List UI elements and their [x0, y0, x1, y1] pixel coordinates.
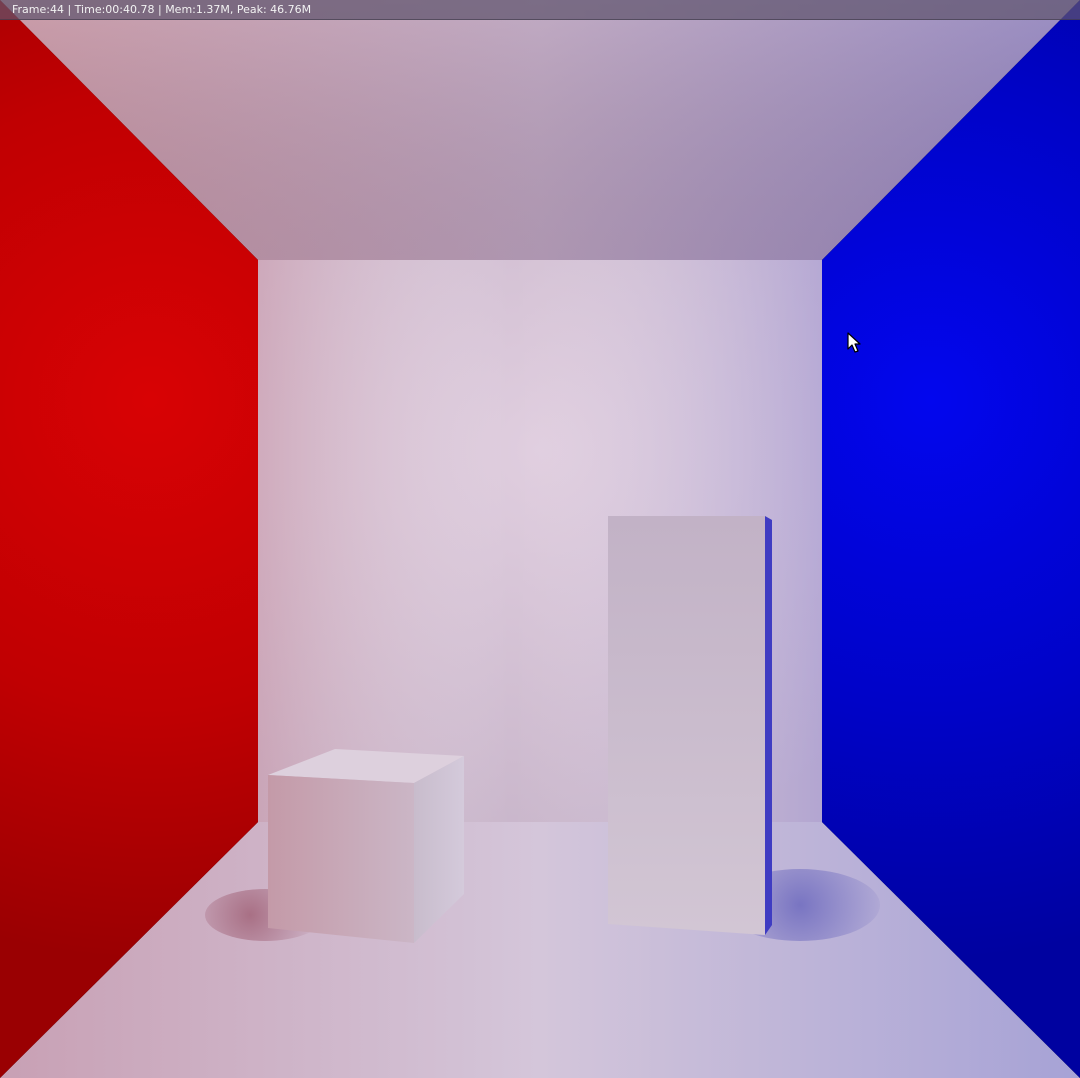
short-box-front	[268, 775, 414, 943]
tall-box-side	[765, 516, 772, 935]
tall-box-front	[608, 516, 765, 935]
render-status-bar: Frame:44 | Time:00:40.78 | Mem:1.37M, Pe…	[0, 0, 1080, 20]
rendered-scene	[0, 0, 1080, 1078]
short-box	[268, 749, 464, 943]
render-stats-text: Frame:44 | Time:00:40.78 | Mem:1.37M, Pe…	[12, 3, 312, 16]
mouse-pointer-icon	[847, 332, 861, 353]
render-viewport[interactable]: Frame:44 | Time:00:40.78 | Mem:1.37M, Pe…	[0, 0, 1080, 1078]
tall-box	[608, 516, 772, 935]
